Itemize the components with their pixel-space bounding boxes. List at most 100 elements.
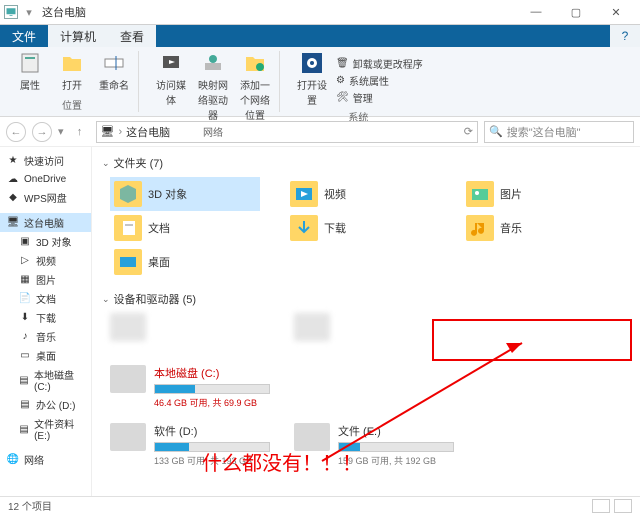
view-tiles-button[interactable] xyxy=(614,499,632,513)
minimize-button[interactable]: — xyxy=(516,0,556,24)
sidebar-item-label: 下载 xyxy=(36,310,56,325)
sidebar-item-3[interactable]: 🖥这台电脑 xyxy=(0,213,91,232)
drive-icon xyxy=(110,365,146,393)
tab-help[interactable]: ? xyxy=(610,25,640,47)
drive-icon: ▤ xyxy=(18,398,32,412)
drive-sub: 46.4 GB 可用, 共 69.9 GB xyxy=(154,396,270,409)
ribbon-uninstall[interactable]: 🗑卸载或更改程序 xyxy=(336,56,423,71)
maximize-button[interactable]: ▢ xyxy=(556,0,596,24)
ribbon-settings[interactable]: 打开设置 xyxy=(294,51,330,107)
drive-item[interactable] xyxy=(294,313,454,341)
main-panel: ⌄ 文件夹 (7) 3D 对象 视频 图片文档下载音乐桌面 ⌄ 设备和驱动器 (5)… xyxy=(92,147,640,496)
crumb-root[interactable]: 这台电脑 xyxy=(126,124,170,140)
ribbon-rename[interactable]: 重命名 xyxy=(96,51,132,92)
ribbon-manage[interactable]: 🛠管理 xyxy=(336,90,423,105)
doc-icon: 📄 xyxy=(18,292,32,306)
folder-item[interactable]: 图片 xyxy=(462,177,612,211)
tab-computer[interactable]: 计算机 xyxy=(48,25,108,47)
nav-history-button[interactable]: ▾ xyxy=(58,125,64,138)
sidebar-item-0[interactable]: ★ 快速访问 xyxy=(0,151,91,170)
music-icon: ♪ xyxy=(18,330,32,344)
sidebar-item-label: 桌面 xyxy=(36,348,56,363)
sidebar-item-13[interactable]: ▤文件资料 (E:) xyxy=(0,414,91,444)
ribbon-properties[interactable]: 属性 xyxy=(12,51,48,92)
sidebar-item-4[interactable]: ▣3D 对象 xyxy=(0,232,91,251)
ribbon-sysprops[interactable]: ⚙系统属性 xyxy=(336,73,423,88)
ribbon-mapdrive-label: 映射网络驱动器 xyxy=(195,77,231,122)
ribbon-mapdrive[interactable]: 映射网络驱动器 xyxy=(195,51,231,122)
sidebar-item-label: 音乐 xyxy=(36,329,56,344)
folder-label: 视频 xyxy=(324,186,346,202)
address-bar: ← → ▾ ↑ 🖥 › 这台电脑 ⟳ 🔍 搜索"这台电脑" xyxy=(0,117,640,147)
refresh-button[interactable]: ⟳ xyxy=(464,125,473,138)
chevron-down-icon: ⌄ xyxy=(102,158,110,169)
drives-header[interactable]: ⌄ 设备和驱动器 (5) xyxy=(102,291,630,307)
tab-file[interactable]: 文件 xyxy=(0,25,48,47)
sidebar-item-label: 网络 xyxy=(24,452,44,467)
cloud-icon: ☁ xyxy=(6,172,20,186)
nav-forward-button[interactable]: → xyxy=(32,122,52,142)
dl-icon: ⬇ xyxy=(18,311,32,325)
drive-usage-bar xyxy=(154,384,270,394)
ribbon-addloc-label: 添加一个网络位置 xyxy=(237,77,273,122)
sidebar: ★ 快速访问 ☁ OneDrive ◆WPS网盘 🖥这台电脑▣3D 对象▷视频▦图片📄文档… xyxy=(0,147,92,496)
sysprops-icon: ⚙ xyxy=(336,75,345,86)
pc-icon-small: 🖥 xyxy=(101,125,115,138)
sidebar-item-11[interactable]: ▤本地磁盘 (C:) xyxy=(0,365,91,395)
drive-icon xyxy=(294,313,330,341)
ribbon-group-system: 打开设置 🗑卸载或更改程序 ⚙系统属性 🛠管理 系统 xyxy=(288,51,429,112)
drive-name: 文件 (E:) xyxy=(338,423,454,439)
folder-icon xyxy=(114,249,142,275)
search-input[interactable]: 🔍 搜索"这台电脑" xyxy=(484,121,634,143)
nav-up-button[interactable]: ↑ xyxy=(70,122,90,142)
tab-view[interactable]: 查看 xyxy=(108,25,156,47)
sidebar-item-10[interactable]: ▭ 桌面 xyxy=(0,346,91,365)
folder-item[interactable]: 下载 xyxy=(286,211,436,245)
ribbon-media[interactable]: 访问媒体 xyxy=(153,51,189,107)
ribbon-addloc[interactable]: 添加一个网络位置 xyxy=(237,51,273,122)
drives-header-label: 设备和驱动器 (5) xyxy=(114,291,197,307)
nav-back-button[interactable]: ← xyxy=(6,122,26,142)
sidebar-item-5[interactable]: ▷视频 xyxy=(0,251,91,270)
folder-label: 图片 xyxy=(500,186,522,202)
view-details-button[interactable] xyxy=(592,499,610,513)
ribbon-settings-label: 打开设置 xyxy=(294,77,330,107)
drive-item[interactable]: 本地磁盘 (C:) 46.4 GB 可用, 共 69.9 GB xyxy=(110,365,270,409)
sidebar-item-14[interactable]: 🌐网络 xyxy=(0,450,91,469)
folder-item[interactable]: 文档 xyxy=(110,211,260,245)
sidebar-item-1[interactable]: ☁ OneDrive xyxy=(0,170,91,188)
search-placeholder: 搜索"这台电脑" xyxy=(507,124,581,140)
qat-icon[interactable]: ▾ xyxy=(22,5,36,19)
sidebar-item-label: OneDrive xyxy=(24,174,66,185)
sidebar-item-label: 这台电脑 xyxy=(24,215,64,230)
folder-item[interactable]: 视频 xyxy=(286,177,436,211)
folders-header[interactable]: ⌄ 文件夹 (7) xyxy=(102,155,630,171)
drive-icon xyxy=(110,313,146,341)
ribbon-open[interactable]: 打开 xyxy=(54,51,90,92)
address-field[interactable]: 🖥 › 这台电脑 ⟳ xyxy=(96,121,478,143)
status-bar: 12 个项目 xyxy=(0,496,640,514)
folder-item[interactable]: 3D 对象 xyxy=(110,177,260,211)
sidebar-item-label: 快速访问 xyxy=(24,153,64,168)
sidebar-item-7[interactable]: 📄文档 xyxy=(0,289,91,308)
desk-icon: ▭ xyxy=(18,349,32,363)
ribbon-uninstall-label: 卸载或更改程序 xyxy=(353,56,423,71)
star-icon: ★ xyxy=(6,154,20,168)
folder-icon xyxy=(114,181,142,207)
close-button[interactable]: ✕ xyxy=(596,0,636,24)
manage-icon: 🛠 xyxy=(336,92,349,103)
sidebar-item-8[interactable]: ⬇ 下载 xyxy=(0,308,91,327)
folder-item[interactable]: 音乐 xyxy=(462,211,612,245)
drive-name: 本地磁盘 (C:) xyxy=(154,365,270,381)
drive-name: 软件 (D:) xyxy=(154,423,270,439)
sidebar-item-9[interactable]: ♪ 音乐 xyxy=(0,327,91,346)
folder-icon xyxy=(290,215,318,241)
drive-icon: ▤ xyxy=(18,422,30,436)
sidebar-item-12[interactable]: ▤办公 (D:) xyxy=(0,395,91,414)
sidebar-item-2[interactable]: ◆WPS网盘 xyxy=(0,188,91,207)
drive-item[interactable] xyxy=(110,313,270,341)
sidebar-item-6[interactable]: ▦图片 xyxy=(0,270,91,289)
folder-item[interactable]: 桌面 xyxy=(110,245,260,279)
folder-label: 桌面 xyxy=(148,254,170,270)
crumb-sep: › xyxy=(119,126,123,138)
